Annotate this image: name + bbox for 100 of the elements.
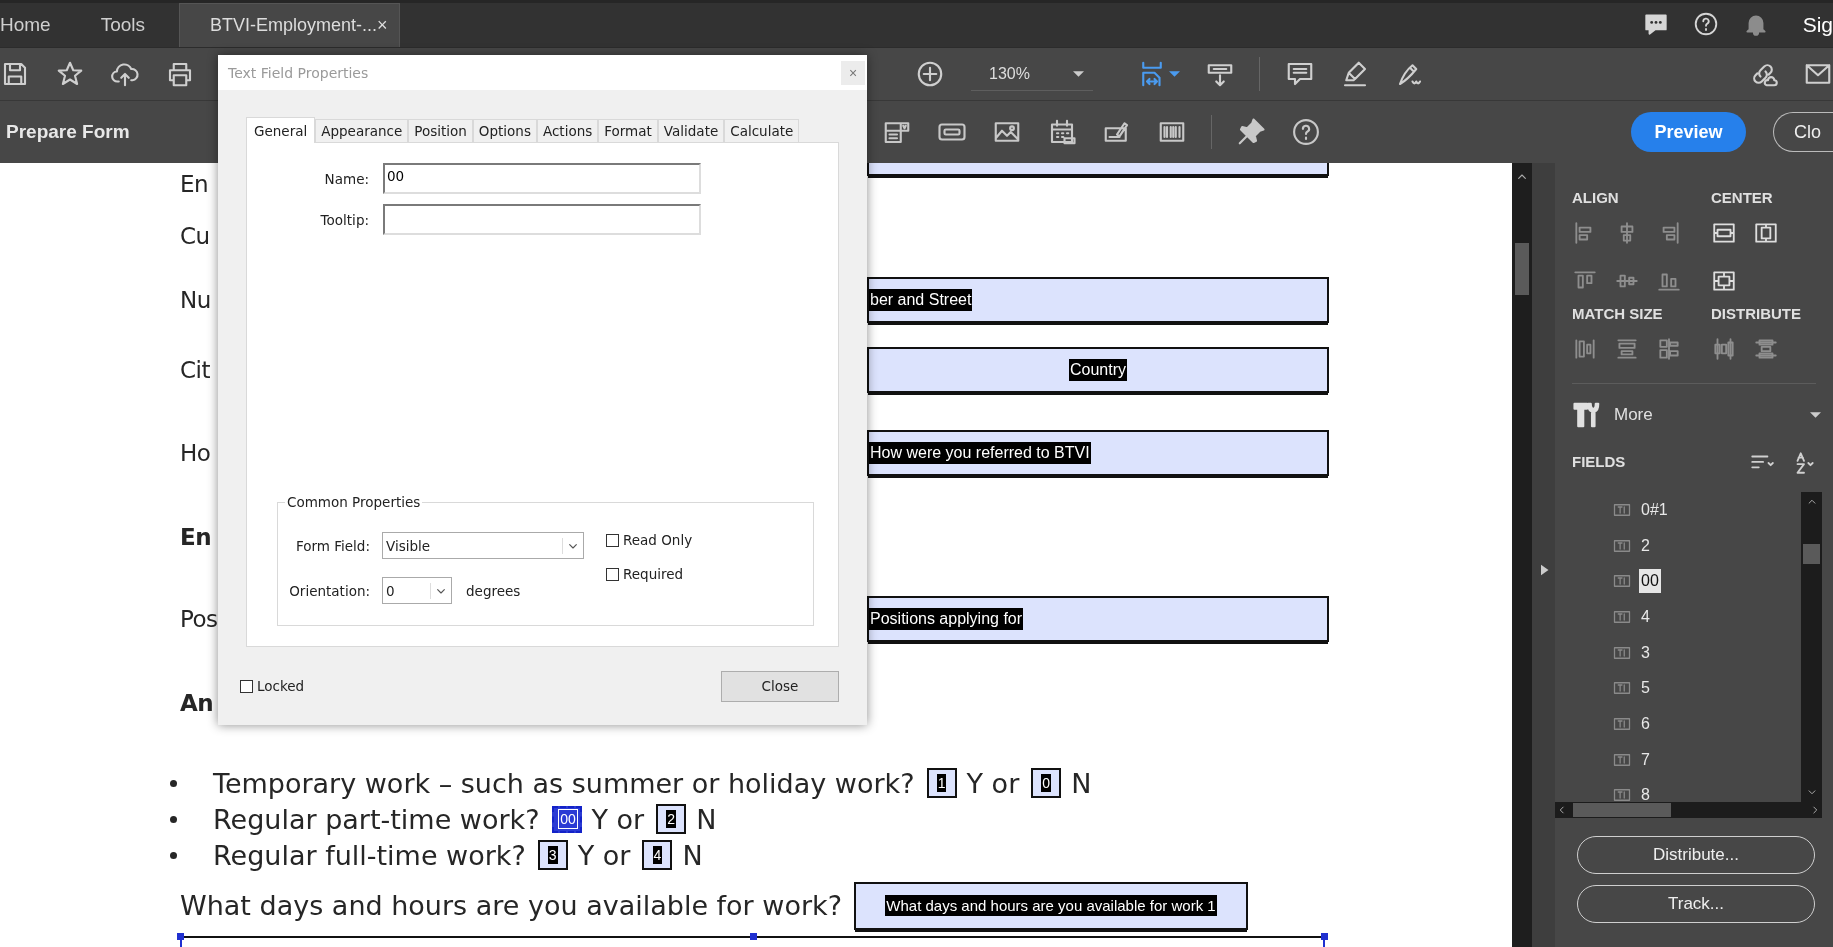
field-list-item[interactable]: 5 bbox=[1639, 676, 1652, 701]
help-icon[interactable] bbox=[1692, 11, 1719, 37]
center-vertical-icon[interactable] bbox=[1753, 220, 1779, 246]
scrollbar[interactable] bbox=[1555, 802, 1822, 818]
dialog-tab[interactable]: Options bbox=[472, 119, 537, 142]
close-button[interactable]: × bbox=[841, 60, 865, 85]
center-both-icon[interactable] bbox=[1711, 268, 1737, 294]
tools-icon bbox=[1572, 400, 1602, 430]
checkbox[interactable] bbox=[606, 567, 619, 581]
section-heading: CENTER bbox=[1711, 189, 1774, 208]
tab-label[interactable]: BTVI-Employment-... bbox=[210, 15, 378, 36]
option-text: N bbox=[682, 839, 703, 871]
field-value: 4 bbox=[652, 846, 663, 864]
match-both-icon[interactable] bbox=[1656, 336, 1682, 362]
group-title: Common Properties bbox=[285, 494, 423, 510]
form-label: Pos bbox=[180, 605, 218, 632]
text-field-icon bbox=[1611, 786, 1633, 802]
dialog-tab[interactable]: Appearance bbox=[315, 119, 409, 142]
app-tab[interactable]: Home bbox=[0, 3, 81, 47]
dialog-tab[interactable]: Validate bbox=[657, 119, 725, 142]
text-field[interactable]: Positions applying for bbox=[867, 595, 1329, 642]
form-label: Nu bbox=[180, 286, 212, 313]
section-heading: ALIGN bbox=[1572, 189, 1620, 208]
distribute-horizontal-icon[interactable] bbox=[1711, 336, 1737, 362]
dialog-title: Text Field Properties bbox=[228, 64, 369, 81]
more-menu[interactable]: More bbox=[1572, 388, 1833, 442]
field-list-item[interactable]: 7 bbox=[1639, 747, 1652, 772]
dialog-tab[interactable]: Actions bbox=[536, 119, 599, 142]
help-icon[interactable] bbox=[1290, 117, 1321, 147]
form-label: Cu bbox=[180, 223, 211, 249]
scrollbar[interactable] bbox=[1512, 163, 1532, 947]
bullet-icon bbox=[170, 851, 177, 859]
field-list-item[interactable]: 3 bbox=[1639, 640, 1652, 665]
unit-label: degrees bbox=[466, 582, 521, 599]
option-text: Y or bbox=[577, 839, 631, 871]
option-text: N bbox=[696, 803, 717, 835]
scrollbar[interactable] bbox=[1801, 492, 1822, 802]
app-tab[interactable]: Tools bbox=[80, 3, 166, 47]
text-field[interactable]: What days and hours are you available for work 1 bbox=[854, 881, 1248, 930]
caret-icon bbox=[1073, 70, 1084, 77]
checkbox-label[interactable]: Locked bbox=[257, 678, 305, 694]
checkbox-label[interactable]: Read Only bbox=[623, 532, 693, 548]
field-value: 1 bbox=[936, 774, 947, 792]
question-text: Regular part-time work? bbox=[213, 803, 540, 835]
field-list-item[interactable]: 00 bbox=[1639, 569, 1661, 594]
center-horizontal-icon[interactable] bbox=[1711, 220, 1737, 246]
dropdown[interactable]: 0 bbox=[382, 577, 452, 604]
option-text: N bbox=[1071, 767, 1092, 799]
bullet-icon bbox=[170, 815, 177, 823]
match-height-icon[interactable] bbox=[1614, 336, 1640, 362]
text-field[interactable]: 0 bbox=[1031, 768, 1062, 798]
section-heading: DISTRIBUTE bbox=[1711, 305, 1802, 324]
field-list-item[interactable]: 4 bbox=[1639, 604, 1652, 629]
scroll-thumb[interactable] bbox=[1515, 243, 1529, 295]
text-field[interactable]: ber and Street bbox=[867, 276, 1329, 323]
field-value: Positions applying for bbox=[869, 607, 1024, 630]
close-icon[interactable]: × bbox=[377, 15, 388, 36]
close-button[interactable]: Close bbox=[721, 670, 839, 702]
selected-field-frame[interactable] bbox=[180, 935, 1325, 947]
input-field[interactable] bbox=[383, 204, 701, 235]
field-value: ber and Street bbox=[869, 288, 973, 311]
form-label: An bbox=[180, 690, 215, 716]
dialog-tab[interactable]: General bbox=[246, 117, 316, 143]
dropdown[interactable]: Visible bbox=[382, 532, 584, 559]
section-heading: MATCH SIZE bbox=[1572, 305, 1664, 324]
field-list-item[interactable]: 6 bbox=[1639, 711, 1652, 736]
sign-in-link[interactable]: Sig bbox=[1802, 13, 1833, 37]
app-tab[interactable]: BTVI-Employment-...× bbox=[179, 3, 401, 47]
field-list-item[interactable]: 0#1 bbox=[1639, 497, 1670, 522]
checkbox[interactable] bbox=[240, 679, 253, 693]
caret-icon[interactable] bbox=[1169, 71, 1180, 77]
dialog-tab[interactable]: Position bbox=[408, 119, 473, 142]
text-field[interactable]: 2 bbox=[656, 804, 687, 834]
checkbox[interactable] bbox=[606, 533, 619, 547]
text-field[interactable]: 3 bbox=[537, 840, 568, 870]
distribute-vertical-icon[interactable] bbox=[1753, 336, 1779, 362]
field-list-item[interactable]: 2 bbox=[1639, 533, 1652, 558]
text-field[interactable] bbox=[867, 163, 1329, 176]
dialog-tab[interactable]: Calculate bbox=[724, 119, 800, 142]
chat-icon[interactable] bbox=[1642, 11, 1669, 37]
option-text: Y or bbox=[966, 767, 1020, 799]
zoom-in-icon[interactable] bbox=[915, 59, 945, 89]
caret-icon bbox=[1810, 412, 1821, 418]
text-field[interactable]: Country bbox=[867, 346, 1329, 393]
preview-button[interactable]: Preview bbox=[1631, 112, 1746, 152]
scroll-thumb[interactable] bbox=[1573, 803, 1671, 817]
dialog-tab[interactable]: Format bbox=[598, 119, 658, 142]
text-field[interactable]: 4 bbox=[642, 840, 673, 870]
field-list-item[interactable]: 8 bbox=[1639, 783, 1652, 802]
scroll-thumb[interactable] bbox=[1803, 544, 1820, 564]
text-field[interactable]: 00 bbox=[551, 805, 582, 833]
input-field[interactable]: 00 bbox=[383, 163, 701, 194]
checkbox-label[interactable]: Required bbox=[623, 566, 684, 582]
match-width-icon[interactable] bbox=[1572, 336, 1598, 362]
field-value: Country bbox=[1069, 358, 1127, 381]
field-value: 00 bbox=[558, 809, 578, 829]
text-field[interactable]: How were you referred to BTVI bbox=[867, 429, 1329, 476]
field-label: Orientation: bbox=[288, 582, 370, 599]
zoom-dropdown[interactable]: 130% bbox=[971, 57, 1093, 91]
text-field[interactable]: 1 bbox=[926, 768, 957, 798]
